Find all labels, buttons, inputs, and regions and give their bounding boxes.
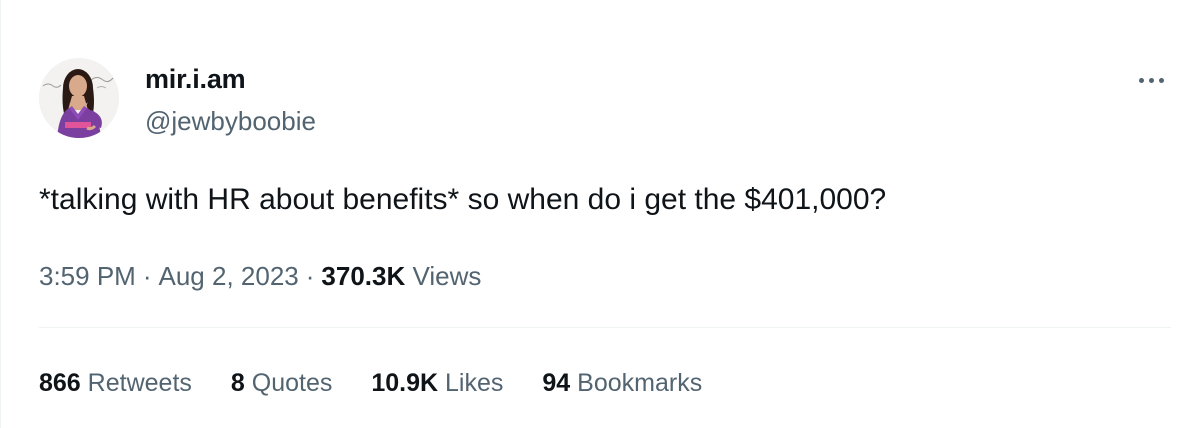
more-dot [1139, 78, 1144, 83]
likes-stat[interactable]: 10.9K Likes [371, 365, 503, 401]
tweet-time[interactable]: 3:59 PM [39, 261, 136, 291]
tweet-date[interactable]: Aug 2, 2023 [159, 261, 299, 291]
likes-label: Likes [445, 369, 504, 397]
tweet-card: mir.i.am @jewbyboobie *talking with HR a… [0, 0, 1194, 428]
tweet-text: *talking with HR about benefits* so when… [39, 183, 887, 216]
display-name[interactable]: mir.i.am [145, 62, 246, 96]
quotes-label: Quotes [251, 369, 333, 397]
views-label: Views [412, 261, 482, 291]
likes-count: 10.9K [371, 369, 439, 397]
bookmarks-label: Bookmarks [577, 369, 703, 397]
meta-separator: · [305, 261, 315, 291]
divider [39, 327, 1171, 328]
more-dot [1149, 78, 1154, 83]
views-count: 370.3K [321, 261, 406, 291]
retweets-label: Retweets [87, 369, 192, 397]
user-handle[interactable]: @jewbyboobie [145, 104, 316, 138]
retweets-stat[interactable]: 866 Retweets [39, 365, 192, 401]
bookmarks-count: 94 [542, 369, 571, 397]
more-horizontal-icon[interactable] [1129, 66, 1173, 94]
quotes-stat[interactable]: 8 Quotes [231, 365, 332, 401]
meta-separator: · [142, 261, 152, 291]
avatar[interactable] [39, 58, 119, 138]
engagement-stats: 866 Retweets 8 Quotes 10.9K Likes 94 Boo… [39, 365, 702, 401]
quotes-count: 8 [230, 369, 245, 397]
retweets-count: 866 [39, 369, 81, 397]
more-dot [1159, 78, 1164, 83]
tweet-meta: 3:59 PM · Aug 2, 2023 · 370.3K Views [39, 258, 481, 294]
bookmarks-stat[interactable]: 94 Bookmarks [542, 365, 702, 401]
